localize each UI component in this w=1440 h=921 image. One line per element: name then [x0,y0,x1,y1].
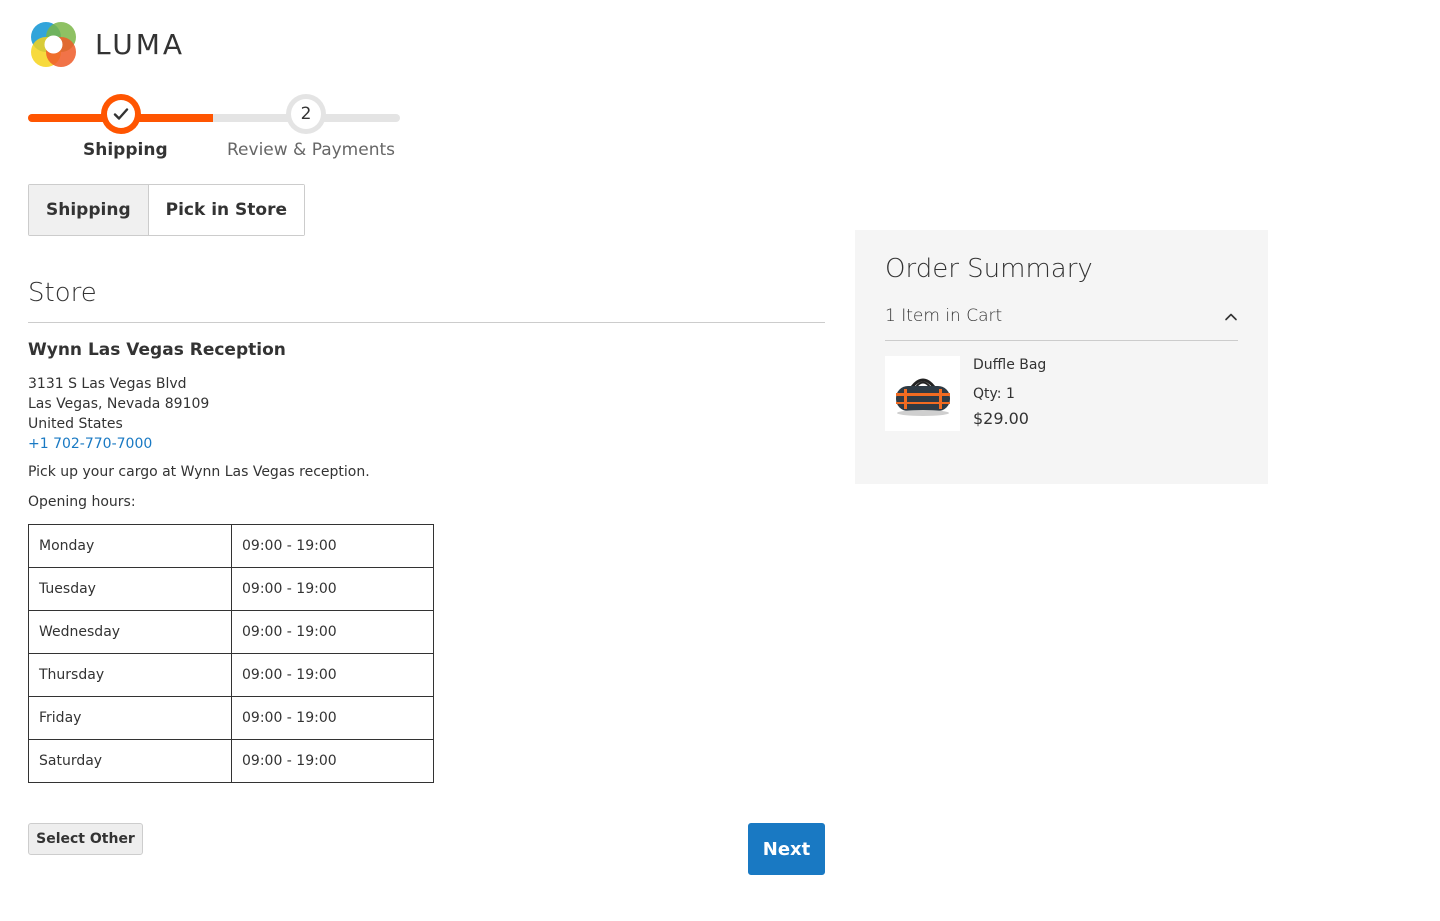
hours-time: 09:00 - 19:00 [231,567,434,611]
hours-day: Wednesday [28,610,232,654]
table-row: Wednesday 09:00 - 19:00 [28,610,434,654]
table-row: Thursday 09:00 - 19:00 [28,653,434,697]
tab-pick-in-store[interactable]: Pick in Store [148,185,305,235]
address-line2: Las Vegas, Nevada 89109 [28,396,210,412]
step-shipping-indicator [101,94,141,134]
order-summary-panel: Order Summary 1 Item in Cart Duffle Bag … [855,230,1268,484]
address-line1: 3131 S Las Vegas Blvd [28,376,187,392]
next-button[interactable]: Next [748,823,825,875]
chevron-up-icon[interactable] [1224,310,1238,324]
delivery-method-tabs: Shipping Pick in Store [28,184,306,236]
hours-day: Monday [28,524,232,568]
luma-logo[interactable]: LUMA [28,19,185,70]
store-address: 3131 S Las Vegas Blvd Las Vegas, Nevada … [28,374,209,454]
checkmark-icon [113,108,129,120]
hours-day: Thursday [28,653,232,697]
address-country: United States [28,416,123,432]
hours-time: 09:00 - 19:00 [231,610,434,654]
hours-time: 09:00 - 19:00 [231,739,434,783]
select-other-button[interactable]: Select Other [28,823,143,855]
tab-shipping[interactable]: Shipping [29,185,149,235]
duffle-bag-image [895,378,950,416]
brand-name: LUMA [95,28,186,61]
order-summary-title: Order Summary [885,254,1093,284]
cart-item-count: 1 Item in Cart [885,306,1003,326]
product-name: Duffle Bag [973,357,1047,373]
opening-hours-label: Opening hours: [28,494,136,510]
store-name: Wynn Las Vegas Reception [28,340,286,360]
store-section-title: Store [28,278,97,308]
hours-time: 09:00 - 19:00 [231,653,434,697]
hours-time: 09:00 - 19:00 [231,696,434,740]
opening-hours-table: Monday 09:00 - 19:00 Tuesday 09:00 - 19:… [28,524,434,783]
divider [28,322,825,323]
product-thumbnail [885,356,960,431]
step-review-label[interactable]: Review & Payments [227,140,395,160]
cart-items-toggle[interactable]: 1 Item in Cart [885,306,1238,341]
hours-day: Friday [28,696,232,740]
table-row: Friday 09:00 - 19:00 [28,696,434,740]
checkout-progress: 2 Shipping Review & Payments [28,94,400,174]
product-qty: Qty: 1 [973,386,1015,402]
pickup-note: Pick up your cargo at Wynn Las Vegas rec… [28,464,370,480]
hours-time: 09:00 - 19:00 [231,524,434,568]
table-row: Saturday 09:00 - 19:00 [28,739,434,783]
step-review-number: 2 [291,99,321,129]
step-review-indicator: 2 [286,94,326,134]
store-phone-link[interactable]: +1 702-770-7000 [28,436,152,452]
product-price: $29.00 [973,409,1029,428]
hours-day: Tuesday [28,567,232,611]
table-row: Tuesday 09:00 - 19:00 [28,567,434,611]
table-row: Monday 09:00 - 19:00 [28,524,434,568]
luma-logo-icon [31,22,76,67]
step-shipping-label: Shipping [83,140,168,160]
hours-day: Saturday [28,739,232,783]
